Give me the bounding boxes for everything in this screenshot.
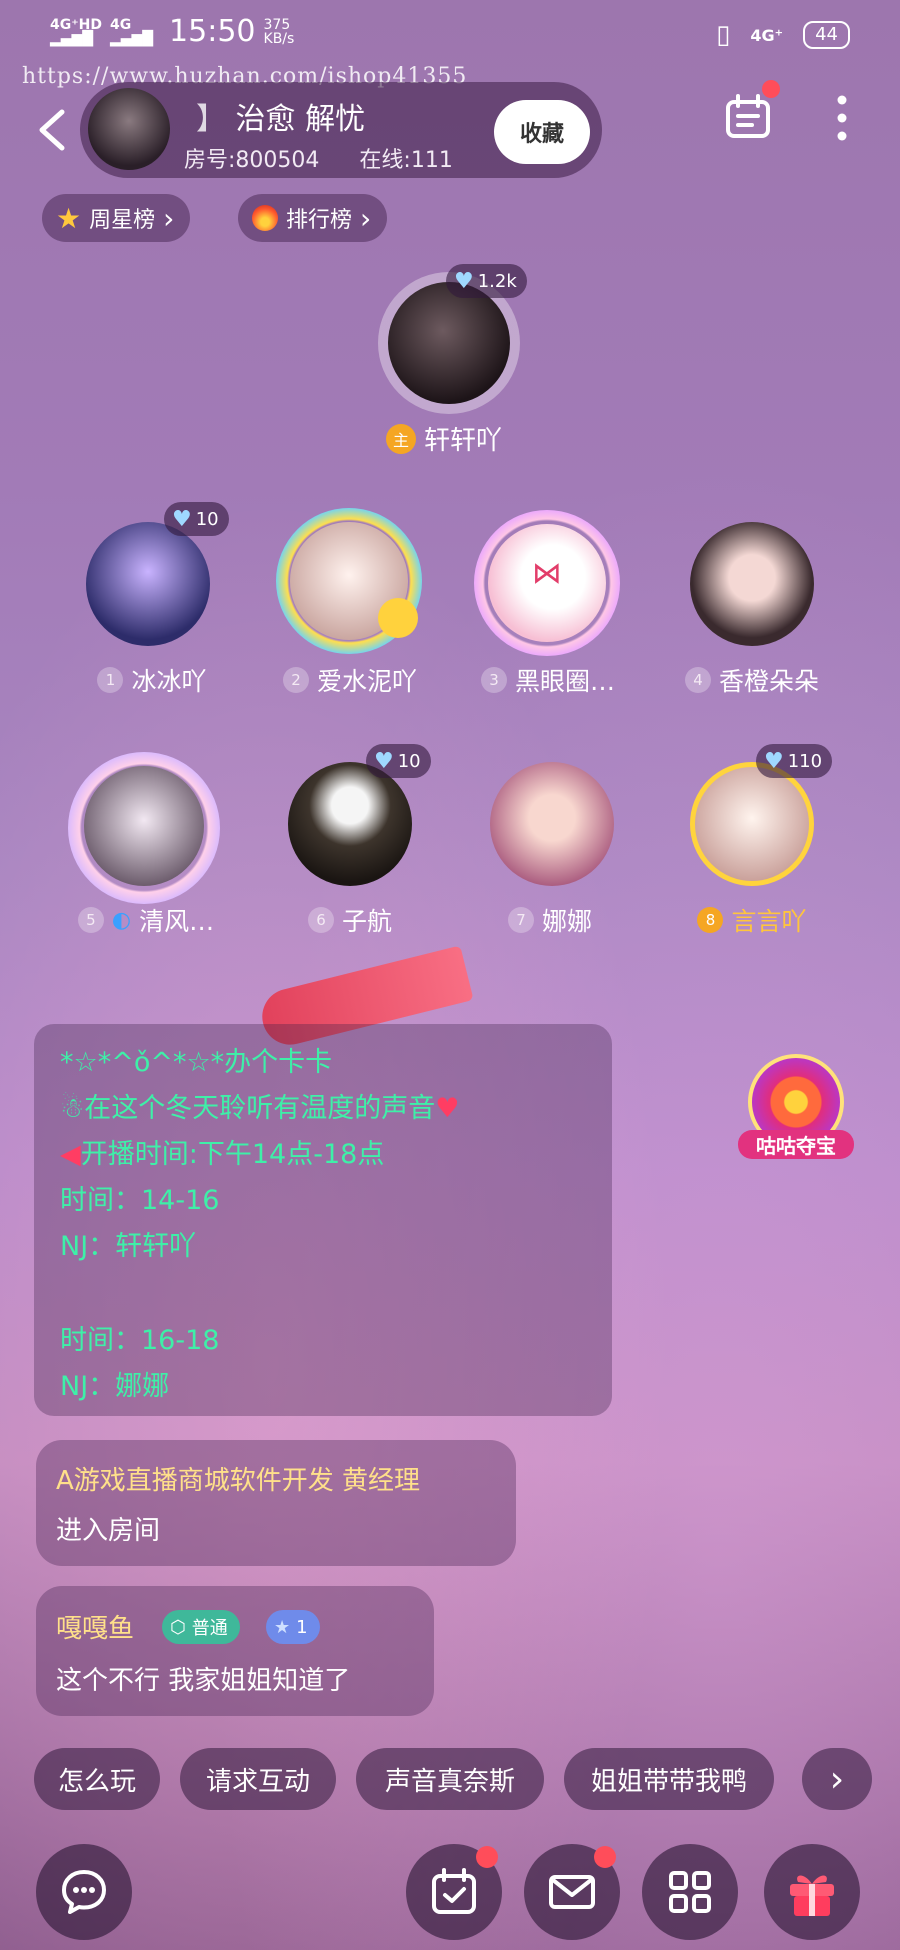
chat-bubble-icon — [62, 1870, 106, 1914]
quick-reply-how-to-play[interactable]: 怎么玩 — [34, 1748, 160, 1810]
mail-icon — [549, 1875, 595, 1909]
back-arrow-icon — [39, 109, 65, 151]
seat-1-avatar[interactable] — [86, 522, 210, 646]
ranking-button[interactable]: 排行榜 › — [238, 194, 388, 242]
seat-7-label: 7 娜娜 — [450, 902, 650, 938]
chevron-right-icon: › — [360, 201, 372, 235]
room-id: 房号:800504 — [184, 148, 320, 173]
chat-1-username[interactable]: A游戏直播商城软件开发 黄经理 — [56, 1460, 420, 1497]
seat-8-avatar[interactable] — [690, 762, 814, 886]
seat-4-avatar[interactable] — [690, 522, 814, 646]
messages-button[interactable] — [524, 1844, 620, 1940]
quick-reply-take-me[interactable]: 姐姐带带我鸭 — [564, 1748, 774, 1810]
ranking-label: 排行榜 — [286, 208, 353, 233]
quick-reply-nice-voice[interactable]: 声音真奈斯 — [356, 1748, 544, 1810]
star-level-badge: ★ 1 — [266, 1610, 320, 1644]
room-meta: 房号:800504 在线:111 — [184, 142, 453, 174]
sparkle-heart-icon: ♥ — [435, 1093, 460, 1124]
level-icon: ⬡ — [170, 1616, 186, 1638]
notice-line-3: ◀开播时间:下午14点-18点 — [60, 1139, 385, 1170]
notice-line-2: ☃在这个冬天聆听有温度的声音♥ — [60, 1093, 460, 1124]
star-icon: ★ — [274, 1616, 291, 1638]
online-count: 在线:111 — [359, 148, 453, 173]
treasure-hunt-button[interactable]: 咕咕夺宝 — [738, 1054, 854, 1159]
seat-7-avatar[interactable] — [490, 762, 614, 886]
duck-decoration-icon — [378, 598, 418, 638]
chat-1-text: 进入房间 — [56, 1516, 161, 1546]
dolphin-icon: ◐ — [111, 907, 132, 933]
check-in-button[interactable] — [406, 1844, 502, 1940]
apps-button[interactable] — [642, 1844, 738, 1940]
fire-icon — [252, 205, 278, 231]
seat-5-label: 5 ◐ 清风… — [46, 902, 246, 938]
more-button[interactable] — [822, 90, 862, 146]
quick-reply-request-interaction[interactable]: 请求互动 — [180, 1748, 336, 1810]
host-heart-badge: ♥ 1.2k — [446, 264, 527, 298]
network-speed: 375 KB/s — [263, 16, 295, 47]
chevron-right-icon: › — [163, 201, 175, 235]
seat-2-label: 2 爱水泥吖 — [250, 662, 450, 698]
network-indicator: 4G⁺HD ▂▄▆█ — [50, 16, 102, 47]
notification-dot — [762, 80, 780, 98]
gift-button[interactable] — [764, 1844, 860, 1940]
notice-line-5: NJ：轩轩吖 — [60, 1231, 197, 1262]
grid-icon — [669, 1871, 711, 1913]
calendar-check-icon — [432, 1868, 476, 1914]
chat-2-username[interactable]: 嘎嘎鱼 — [56, 1608, 134, 1645]
treasure-hunt-label: 咕咕夺宝 — [738, 1130, 854, 1159]
network-right-label: 4G⁺ — [750, 25, 784, 45]
bow-icon: ⋈ — [532, 556, 562, 591]
room-notice — [34, 1024, 612, 1416]
clock: 15:50 — [169, 14, 256, 49]
heart-icon: ♥ — [764, 748, 784, 774]
host-name-label: 主 轩轩吖 — [386, 420, 502, 457]
host-tag: 主 — [386, 423, 416, 454]
heart-icon: ♥ — [172, 506, 192, 532]
notice-line-6: 时间：16-18 — [60, 1325, 220, 1356]
seat-6-label: 6 子航 — [250, 902, 450, 938]
seat-5-avatar[interactable] — [84, 766, 204, 886]
chat-message-1 — [36, 1440, 516, 1566]
snowman-icon: ☃ — [60, 1093, 85, 1124]
seat-8-label: 8 言言吖 — [652, 902, 852, 938]
seat-6-heart-badge: ♥ 10 — [366, 744, 431, 778]
notification-dot — [594, 1846, 616, 1868]
seat-6-avatar[interactable] — [288, 762, 412, 886]
weekly-star-label: 周星榜 — [89, 208, 156, 233]
schedule-button[interactable] — [722, 80, 780, 146]
back-button[interactable] — [28, 100, 78, 160]
notification-dot — [476, 1846, 498, 1868]
weekly-star-button[interactable]: ★ 周星榜 › — [42, 194, 191, 242]
chat-input-button[interactable] — [36, 1844, 132, 1940]
more-vertical-icon — [837, 95, 847, 141]
heart-icon: ♥ — [454, 268, 474, 294]
favorite-button[interactable]: 收藏 — [494, 100, 590, 164]
notice-line-7: NJ：娜娜 — [60, 1371, 170, 1402]
quick-reply-more-button[interactable]: › — [802, 1748, 872, 1810]
vibrate-icon: ▯ — [716, 20, 731, 50]
room-title: 】 治愈 解忧 — [196, 102, 366, 137]
notice-line-4: 时间：14-16 — [60, 1185, 220, 1216]
level-badge: ⬡ 普通 — [162, 1610, 240, 1644]
battery-indicator: 44 — [803, 21, 850, 49]
network-indicator-2: 4G ▂▄▆█ — [109, 16, 154, 47]
host-avatar[interactable] — [388, 282, 510, 404]
seat-3-label: 3 黑眼圈… — [448, 662, 648, 698]
status-bar: 4G⁺HD ▂▄▆█ 4G ▂▄▆█ 15:50 375 KB/s ▯ 4G⁺ 44 — [0, 0, 900, 70]
seat-1-label: 1 冰冰吖 — [52, 662, 252, 698]
room-avatar[interactable] — [88, 88, 170, 170]
star-icon: ★ — [56, 201, 82, 235]
heart-icon: ♥ — [374, 748, 394, 774]
seat-1-heart-badge: ♥ 10 — [164, 502, 229, 536]
megaphone-icon: ◀ — [60, 1139, 81, 1170]
seat-4-label: 4 香橙朵朵 — [652, 662, 852, 698]
seat-8-heart-badge: ♥ 110 — [756, 744, 833, 778]
gift-icon — [790, 1875, 834, 1916]
chat-2-text: 这个不行 我家姐姐知道了 — [56, 1666, 351, 1696]
chevron-right-icon: › — [829, 1758, 845, 1800]
notice-line-1: *☆*^ǒ^*☆*办个卡卡 — [60, 1047, 333, 1078]
schedule-icon — [726, 94, 770, 138]
